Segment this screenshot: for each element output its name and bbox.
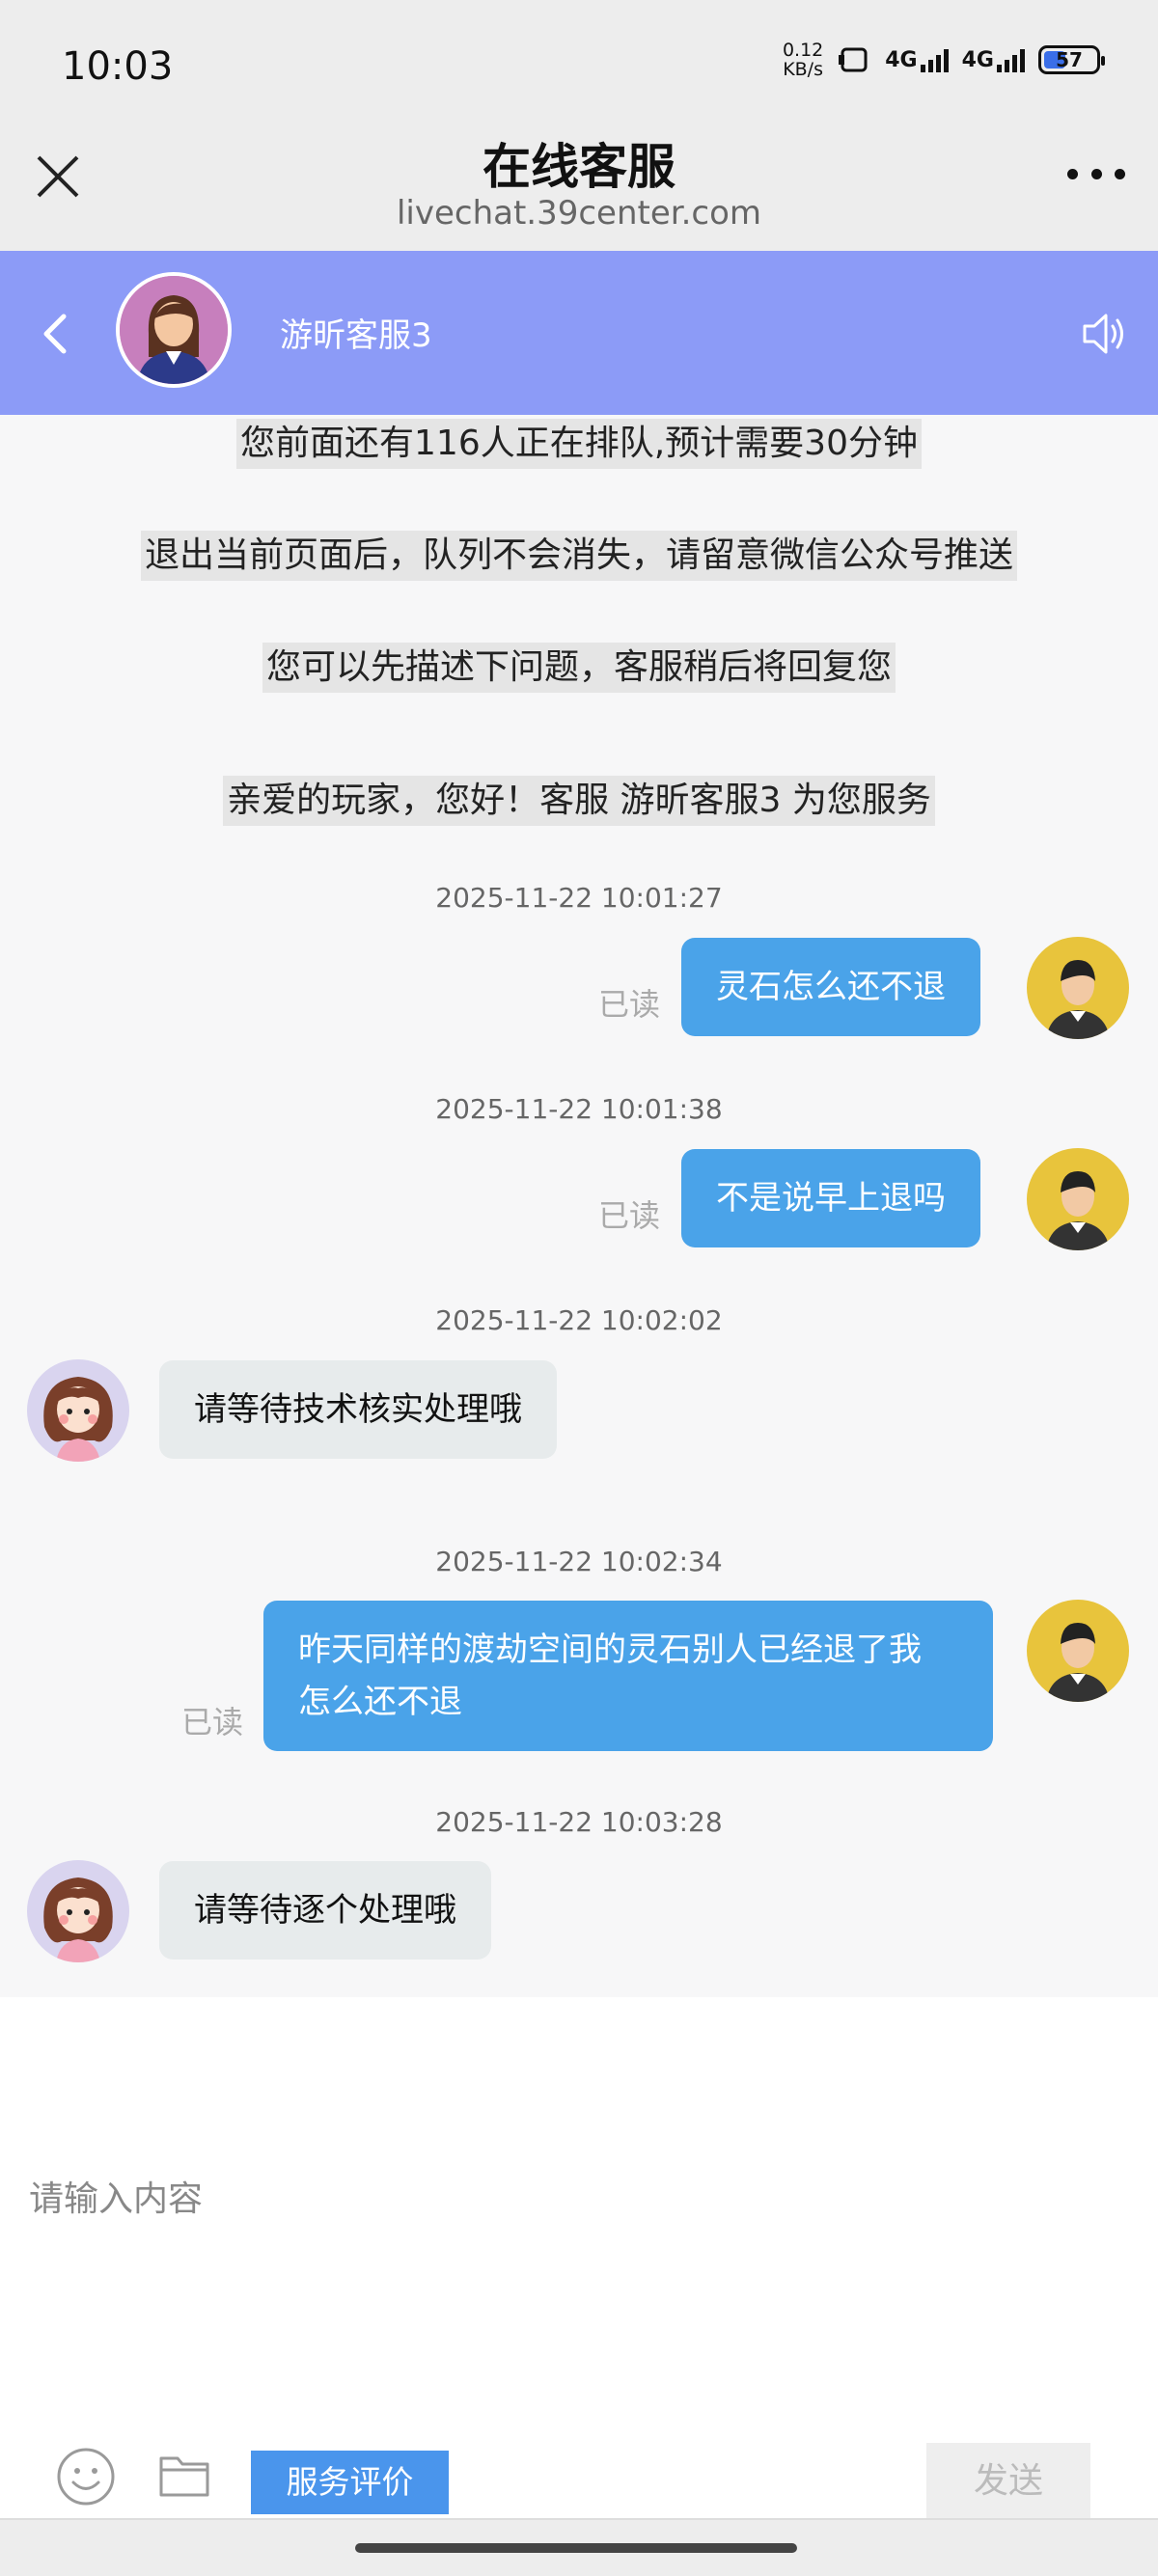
message-input[interactable]: 请输入内容 bbox=[29, 2171, 203, 2221]
user-avatar bbox=[1027, 1600, 1129, 1702]
more-icon[interactable] bbox=[1067, 169, 1125, 184]
my-message-bubble[interactable]: 昨天同样的渡劫空间的灵石别人已经退了我 怎么还不退 bbox=[263, 1601, 993, 1751]
user-avatar bbox=[1027, 1148, 1129, 1250]
message-timestamp: 2025-11-22 10:01:27 bbox=[435, 882, 723, 914]
signal-1: 4G bbox=[885, 48, 949, 72]
speaker-icon[interactable] bbox=[1077, 307, 1131, 361]
page-url: livechat.39center.com bbox=[396, 194, 762, 233]
status-icons: 0.12 KB/s 4G 4G 57 bbox=[782, 40, 1105, 80]
message-timestamp: 2025-11-22 10:02:02 bbox=[435, 1304, 723, 1336]
browser-title-bar: 在线客服 livechat.39center.com bbox=[0, 121, 1158, 251]
page-title: 在线客服 bbox=[482, 139, 676, 195]
send-button[interactable]: 发送 bbox=[926, 2443, 1090, 2520]
user-avatar bbox=[1027, 937, 1129, 1039]
read-status: 已读 bbox=[598, 986, 661, 1023]
queue-notice: 您可以先描述下问题，客服稍后将回复您 bbox=[0, 643, 1158, 693]
rate-service-button[interactable]: 服务评价 bbox=[251, 2451, 449, 2514]
signal-2: 4G bbox=[962, 48, 1025, 72]
my-message-bubble[interactable]: 灵石怎么还不退 bbox=[681, 938, 980, 1036]
my-message-bubble[interactable]: 不是说早上退吗 bbox=[681, 1149, 980, 1247]
emoji-icon[interactable] bbox=[56, 2447, 116, 2507]
read-status: 已读 bbox=[181, 1704, 244, 1740]
back-icon[interactable] bbox=[35, 307, 73, 361]
read-status: 已读 bbox=[598, 1197, 661, 1234]
agent-avatar bbox=[116, 272, 232, 388]
queue-notice: 您前面还有116人正在排队,预计需要30分钟 bbox=[0, 419, 1158, 469]
battery-icon: 57 bbox=[1038, 45, 1105, 74]
status-bar: 10:03 0.12 KB/s 4G 4G 57 bbox=[0, 0, 1158, 121]
status-time: 10:03 bbox=[62, 44, 174, 89]
message-timestamp: 2025-11-22 10:02:34 bbox=[435, 1546, 723, 1577]
agent-name: 游昕客服3 bbox=[280, 316, 432, 355]
folder-icon[interactable] bbox=[158, 2451, 210, 2499]
agent-message-bubble[interactable]: 请等待逐个处理哦 bbox=[159, 1861, 491, 1959]
signal-bars-icon bbox=[920, 48, 949, 72]
agent-avatar bbox=[27, 1860, 129, 1962]
net-speed: 0.12 KB/s bbox=[782, 40, 824, 80]
home-indicator[interactable] bbox=[0, 2518, 1158, 2576]
composer-toolbar: 服务评价 发送 bbox=[0, 2422, 1158, 2520]
queue-notice: 退出当前页面后，队列不会消失，请留意微信公众号推送 bbox=[0, 531, 1158, 581]
nfc-icon bbox=[839, 47, 868, 72]
agent-avatar bbox=[27, 1359, 129, 1462]
chat-header: 游昕客服3 bbox=[0, 251, 1158, 415]
composer: 请输入内容 服务评价 发送 bbox=[0, 1997, 1158, 2537]
message-timestamp: 2025-11-22 10:01:38 bbox=[435, 1093, 723, 1125]
welcome-notice: 亲爱的玩家，您好！客服 游昕客服3 为您服务 bbox=[0, 776, 1158, 826]
signal-bars-icon bbox=[997, 48, 1025, 72]
agent-message-bubble[interactable]: 请等待技术核实处理哦 bbox=[159, 1360, 557, 1459]
message-timestamp: 2025-11-22 10:03:28 bbox=[435, 1806, 723, 1838]
